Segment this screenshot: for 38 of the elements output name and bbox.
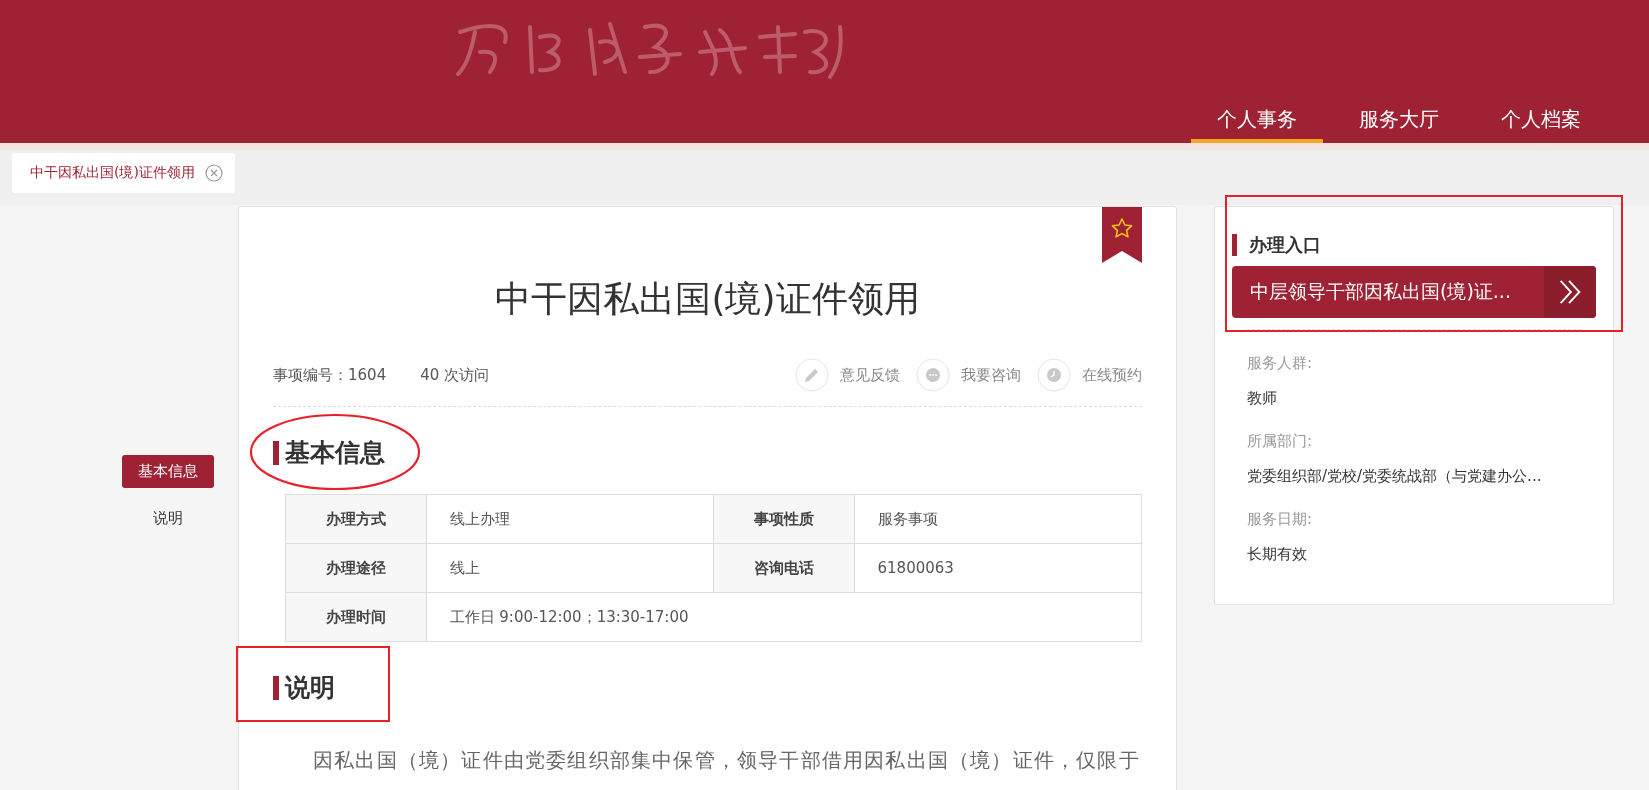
section-heading: 说明: [273, 676, 335, 700]
section-heading: 基本信息: [273, 441, 385, 465]
fact-value: 教师: [1247, 389, 1278, 408]
field-value: 工作日 9:00-12:00；13:30-17:00: [426, 592, 1142, 642]
section-link[interactable]: 说明: [122, 502, 214, 535]
field-value: 61800063: [854, 543, 1142, 593]
visit-count: 40 次访问: [420, 365, 490, 385]
section-link[interactable]: 基本信息: [122, 455, 214, 488]
field-label: 办理方式: [285, 494, 427, 544]
field-label: 办理时间: [285, 592, 427, 642]
close-icon[interactable]: [204, 164, 223, 182]
paragraph: 因私出国（境）证件由党委组织部集中保管，领导干部借用因私出国（境）证件，仅限于: [312, 747, 1141, 774]
clock-icon[interactable]: [1037, 358, 1071, 392]
action-link[interactable]: 在线预约: [1082, 365, 1142, 385]
nav-link[interactable]: 个人档案: [1475, 105, 1607, 143]
field-value: 线上: [426, 543, 714, 593]
fact-label: 所属部门:: [1247, 432, 1314, 451]
bookmark-star-icon[interactable]: [1102, 207, 1142, 263]
fact-value: 党委组织部/党校/党委统战部（与党建办公...: [1247, 467, 1543, 486]
field-label: 咨询电话: [713, 543, 855, 593]
page-tab[interactable]: 中干因私出国(境)证件领用: [12, 153, 235, 193]
action-link[interactable]: 我要咨询: [961, 365, 1021, 385]
item-title: 中干因私出国(境)证件领用: [494, 279, 921, 319]
item-number: 事项编号：1604: [273, 365, 387, 385]
action-link[interactable]: 意见反馈: [840, 365, 900, 385]
tab-label: 中干因私出国(境)证件领用: [30, 164, 195, 182]
fact-label: 服务人群:: [1247, 354, 1314, 373]
fact-value: 长期有效: [1247, 545, 1308, 564]
panel-heading: 办理入口: [1232, 234, 1596, 256]
field-value: 线上办理: [426, 494, 714, 544]
fact-label: 服务日期:: [1247, 510, 1314, 529]
chat-bubble-icon[interactable]: [916, 358, 950, 392]
nav-link[interactable]: 服务大厅: [1333, 105, 1465, 143]
field-value: 服务事项: [854, 494, 1142, 544]
field-label: 办理途径: [285, 543, 427, 593]
pencil-icon[interactable]: [795, 358, 829, 392]
field-label: 事项性质: [713, 494, 855, 544]
entry-button[interactable]: 中层领导干部因私出国(境)证...: [1232, 266, 1596, 318]
